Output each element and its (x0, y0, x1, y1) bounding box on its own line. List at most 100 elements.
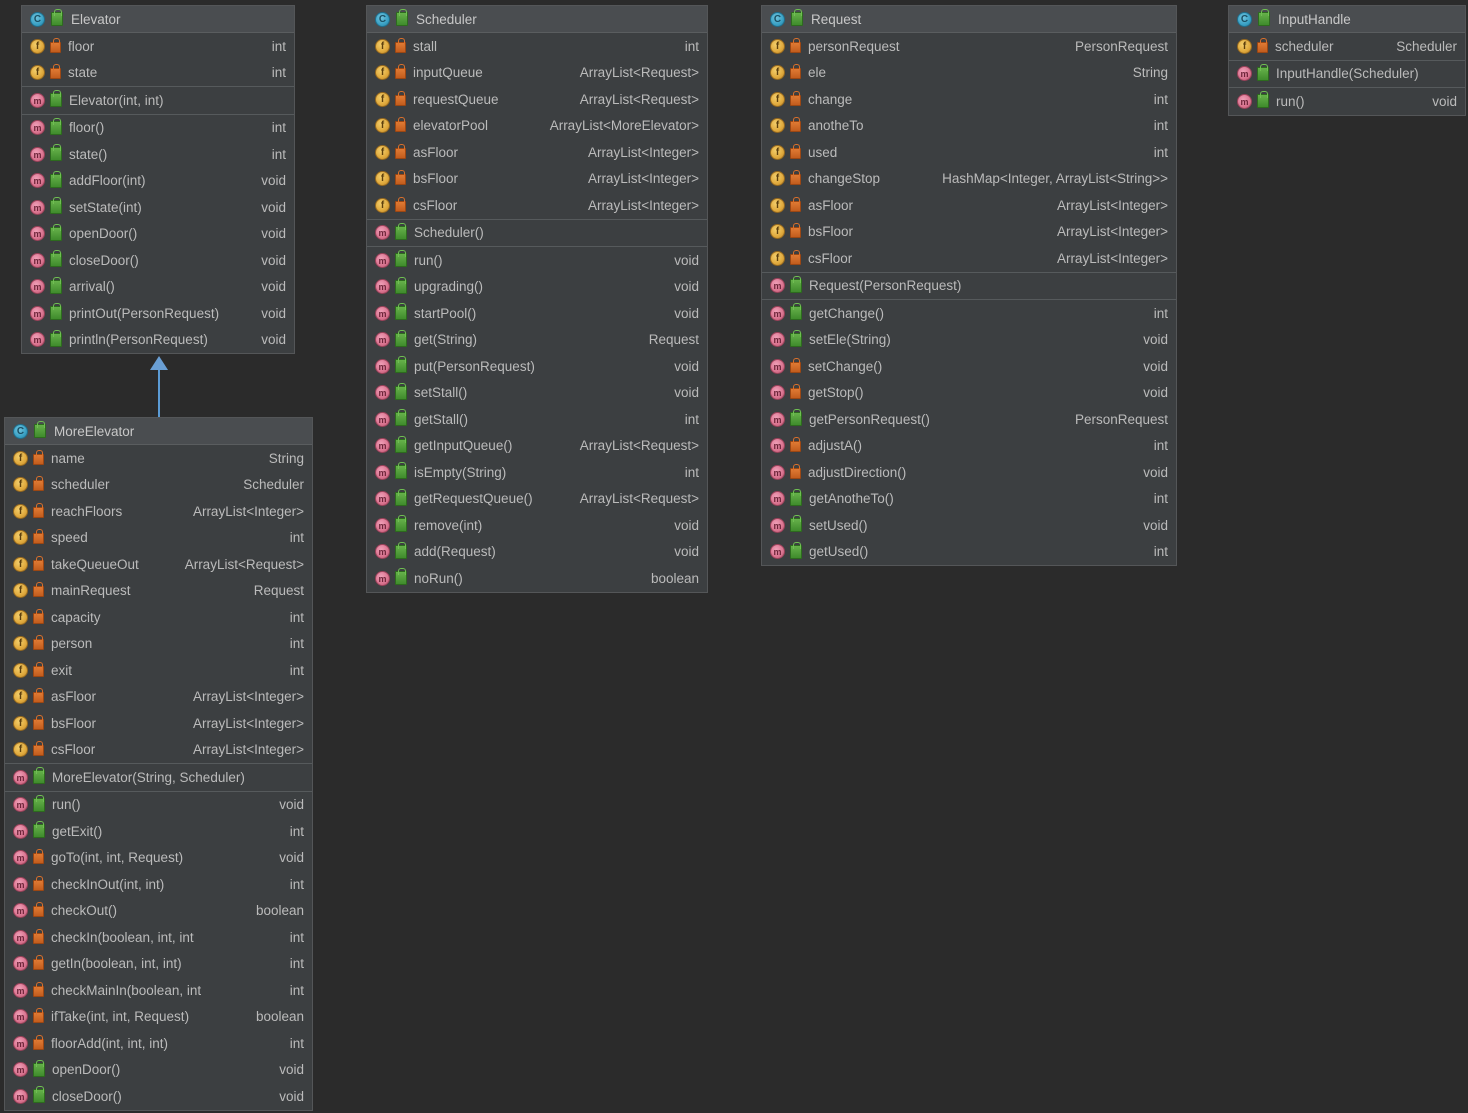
uml-class-inputhandle[interactable]: InputHandle scheduler Scheduler InputHandle… (1228, 5, 1466, 116)
field-row[interactable]: csFloor ArrayList<Integer> (762, 245, 1176, 272)
field-row[interactable]: mainRequest Request (5, 578, 312, 605)
method-row[interactable]: getPersonRequest() PersonRequest (762, 406, 1176, 433)
method-row[interactable]: getStall() int (367, 406, 707, 433)
method-row[interactable]: setUsed() void (762, 512, 1176, 539)
method-row[interactable]: floorAdd(int, int, int) int (5, 1030, 312, 1057)
field-row[interactable]: capacity int (5, 604, 312, 631)
field-row[interactable]: person int (5, 631, 312, 658)
field-row[interactable]: inputQueue ArrayList<Request> (367, 60, 707, 87)
field-row[interactable]: scheduler Scheduler (5, 472, 312, 499)
member-name: run() (414, 252, 443, 268)
method-row[interactable]: noRun() boolean (367, 565, 707, 592)
field-row[interactable]: scheduler Scheduler (1229, 33, 1465, 60)
method-row[interactable]: closeDoor() void (22, 247, 294, 274)
method-row[interactable]: upgrading() void (367, 274, 707, 301)
field-row[interactable]: csFloor ArrayList<Integer> (367, 192, 707, 219)
method-row[interactable]: ifTake(int, int, Request) boolean (5, 1004, 312, 1031)
method-row[interactable]: getStop() void (762, 380, 1176, 407)
method-row[interactable]: checkOut() boolean (5, 898, 312, 925)
field-row[interactable]: anotheTo int (762, 113, 1176, 140)
member-name: scheduler (1275, 38, 1334, 54)
field-row[interactable]: state int (22, 60, 294, 87)
method-row[interactable]: getExit() int (5, 818, 312, 845)
field-row[interactable]: used int (762, 139, 1176, 166)
uml-class-scheduler[interactable]: Scheduler stall int inputQueue ArrayList<Req… (366, 5, 708, 593)
field-row[interactable]: ele String (762, 60, 1176, 87)
method-row[interactable]: printOut(PersonRequest) void (22, 300, 294, 327)
method-row[interactable]: getInputQueue() ArrayList<Request> (367, 433, 707, 460)
member-name: asFloor (808, 197, 854, 213)
field-row[interactable]: exit int (5, 657, 312, 684)
class-header-inputhandle[interactable]: InputHandle (1229, 6, 1465, 33)
field-row[interactable]: csFloor ArrayList<Integer> (5, 737, 312, 764)
constructor-row[interactable]: InputHandle(Scheduler) (1229, 61, 1465, 88)
uml-class-moreelevator[interactable]: MoreElevator name String scheduler Scheduler… (4, 417, 313, 1111)
field-row[interactable]: elevatorPool ArrayList<MoreElevator> (367, 113, 707, 140)
method-circle-icon (375, 252, 390, 269)
method-row[interactable]: println(PersonRequest) void (22, 327, 294, 354)
field-row[interactable]: personRequest PersonRequest (762, 33, 1176, 60)
method-row[interactable]: getAnotheTo() int (762, 486, 1176, 513)
constructor-row[interactable]: Request(PersonRequest) (762, 273, 1176, 300)
method-row[interactable]: state() int (22, 141, 294, 168)
method-row[interactable]: adjustA() int (762, 433, 1176, 460)
field-row[interactable]: takeQueueOut ArrayList<Request> (5, 551, 312, 578)
field-row[interactable]: asFloor ArrayList<Integer> (762, 192, 1176, 219)
method-row[interactable]: get(String) Request (367, 327, 707, 354)
constructor-row[interactable]: MoreElevator(String, Scheduler) (5, 764, 312, 791)
method-row[interactable]: run() void (367, 247, 707, 274)
method-row[interactable]: remove(int) void (367, 512, 707, 539)
method-row[interactable]: getIn(boolean, int, int) int (5, 951, 312, 978)
field-row[interactable]: requestQueue ArrayList<Request> (367, 86, 707, 113)
field-row[interactable]: stall int (367, 33, 707, 60)
field-row[interactable]: name String (5, 445, 312, 472)
method-circle-icon (30, 92, 45, 109)
method-row[interactable]: checkInOut(int, int) int (5, 871, 312, 898)
field-row[interactable]: bsFloor ArrayList<Integer> (367, 166, 707, 193)
method-row[interactable]: openDoor() void (5, 1057, 312, 1084)
method-row[interactable]: setStall() void (367, 380, 707, 407)
method-row[interactable]: isEmpty(String) int (367, 459, 707, 486)
method-row[interactable]: arrival() void (22, 274, 294, 301)
uml-class-elevator[interactable]: Elevator floor int state int Elevator(int, in… (21, 5, 295, 354)
uml-class-request[interactable]: Request personRequest PersonRequest ele Stri… (761, 5, 1177, 566)
field-row[interactable]: asFloor ArrayList<Integer> (5, 684, 312, 711)
public-visibility-icon (790, 329, 802, 347)
method-row[interactable]: getRequestQueue() ArrayList<Request> (367, 486, 707, 513)
field-row[interactable]: floor int (22, 33, 294, 60)
method-row[interactable]: goTo(int, int, Request) void (5, 845, 312, 872)
class-header-request[interactable]: Request (762, 6, 1176, 33)
field-row[interactable]: reachFloors ArrayList<Integer> (5, 498, 312, 525)
method-row[interactable]: openDoor() void (22, 221, 294, 248)
public-visibility-icon (50, 197, 62, 215)
method-row[interactable]: setEle(String) void (762, 327, 1176, 354)
method-row[interactable]: floor() int (22, 115, 294, 142)
method-row[interactable]: run() void (5, 792, 312, 819)
constructor-row[interactable]: Scheduler() (367, 220, 707, 247)
method-row[interactable]: add(Request) void (367, 539, 707, 566)
class-header-elevator[interactable]: Elevator (22, 6, 294, 33)
method-row[interactable]: put(PersonRequest) void (367, 353, 707, 380)
method-row[interactable]: getChange() int (762, 300, 1176, 327)
member-type: int (289, 662, 304, 678)
class-header-moreelevator[interactable]: MoreElevator (5, 418, 312, 445)
method-row[interactable]: checkIn(boolean, int, int int (5, 924, 312, 951)
method-row[interactable]: getUsed() int (762, 539, 1176, 566)
field-row[interactable]: change int (762, 86, 1176, 113)
field-row[interactable]: bsFloor ArrayList<Integer> (5, 710, 312, 737)
field-row[interactable]: changeStop HashMap<Integer, ArrayList<Str… (762, 166, 1176, 193)
method-row[interactable]: setChange() void (762, 353, 1176, 380)
field-row[interactable]: asFloor ArrayList<Integer> (367, 139, 707, 166)
method-row[interactable]: closeDoor() void (5, 1083, 312, 1110)
field-row[interactable]: bsFloor ArrayList<Integer> (762, 219, 1176, 246)
method-row[interactable]: addFloor(int) void (22, 168, 294, 195)
member-name: addFloor(int) (69, 173, 146, 189)
class-header-scheduler[interactable]: Scheduler (367, 6, 707, 33)
method-row[interactable]: startPool() void (367, 300, 707, 327)
field-row[interactable]: speed int (5, 525, 312, 552)
method-row[interactable]: adjustDirection() void (762, 459, 1176, 486)
constructor-row[interactable]: Elevator(int, int) (22, 87, 294, 114)
method-row[interactable]: checkMainIn(boolean, int int (5, 977, 312, 1004)
method-row[interactable]: setState(int) void (22, 194, 294, 221)
method-row[interactable]: run() void (1229, 88, 1465, 115)
